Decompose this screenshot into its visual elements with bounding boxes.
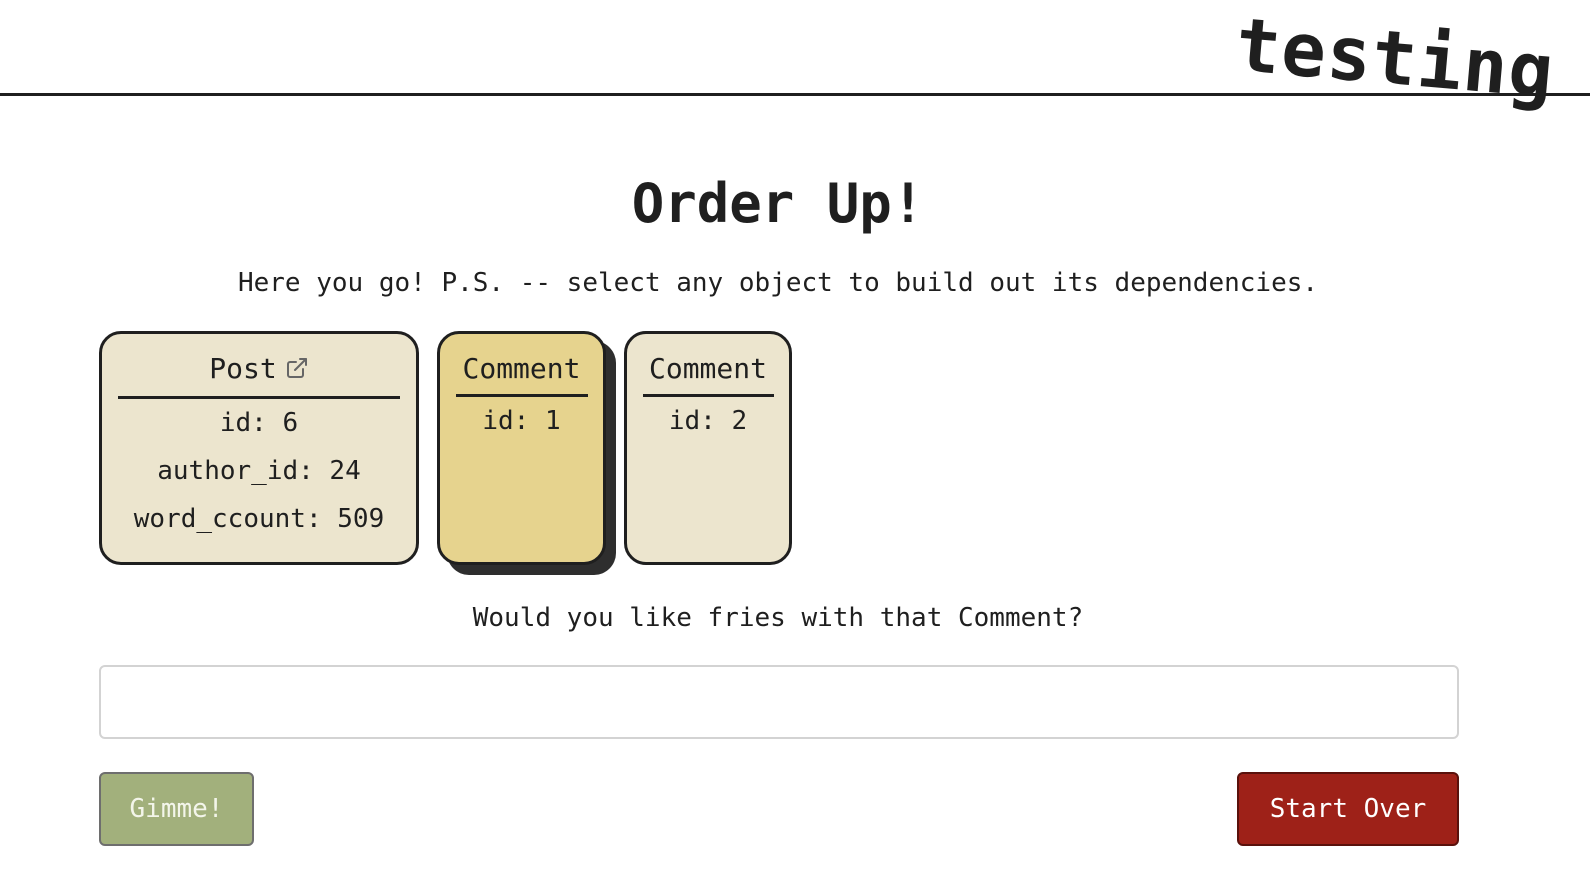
object-card-comment-1[interactable]: Comment id: 1	[437, 331, 606, 565]
card-header: Comment	[642, 352, 774, 397]
page-title: Order Up!	[631, 172, 925, 235]
card-header: Comment	[455, 352, 588, 397]
card-field-id: id: 2	[668, 406, 748, 436]
brand-logo[interactable]: testing	[1233, 2, 1558, 115]
page-header: testing	[0, 0, 1590, 140]
card-field-author-id: author_id: 24	[157, 456, 361, 486]
card-field-word-count: word_ccount: 509	[133, 504, 385, 534]
page-subtitle: Here you go! P.S. -- select any object t…	[237, 268, 1319, 298]
start-over-button[interactable]: Start Over	[1237, 772, 1459, 846]
card-header: Post	[118, 352, 400, 399]
card-type-label: Comment	[648, 352, 767, 385]
card-type-label: Post	[209, 352, 277, 385]
card-field-id: id: 1	[482, 406, 561, 436]
gimme-button[interactable]: Gimme!	[99, 772, 254, 846]
card-type-label: Comment	[462, 352, 581, 385]
external-link-icon[interactable]	[285, 354, 309, 388]
object-card-post[interactable]: Post id: 6 author_id: 24 word_ccount: 50…	[99, 331, 419, 565]
fries-input[interactable]	[99, 665, 1459, 739]
fries-question: Would you like fries with that Comment?	[472, 603, 1084, 633]
object-card-comment-2[interactable]: Comment id: 2	[624, 331, 792, 565]
card-field-id: id: 6	[219, 408, 299, 438]
